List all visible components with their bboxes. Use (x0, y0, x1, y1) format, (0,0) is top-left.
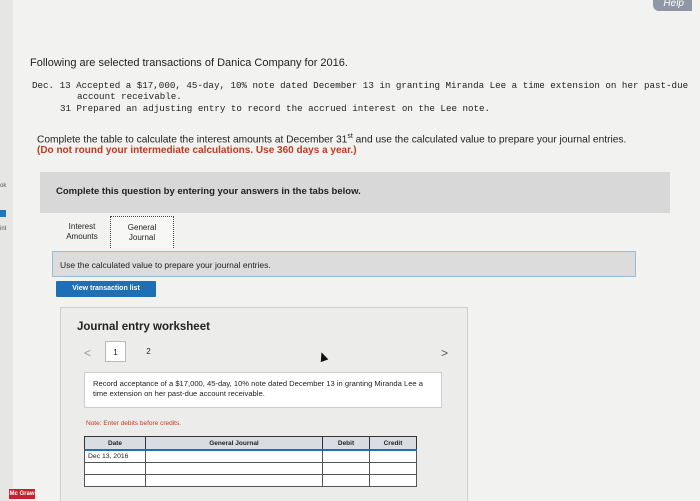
table-row (84, 474, 417, 487)
debit-cell[interactable] (322, 474, 370, 487)
debit-cell[interactable] (322, 449, 370, 463)
col-general-journal: General Journal (145, 436, 323, 451)
transaction-line-dec13: Dec. 13 Accepted a $17,000, 45-day, 10% … (32, 80, 689, 91)
date-cell[interactable] (84, 474, 146, 487)
view-transaction-list-button[interactable]: View transaction list (56, 281, 156, 297)
date-cell[interactable] (84, 462, 146, 475)
worksheet-title: Journal entry worksheet (77, 321, 210, 333)
banner-text: Complete this question by entering your … (56, 186, 361, 197)
record-instruction-box: Record acceptance of a $17,000, 45-day, … (84, 372, 442, 408)
table-row: Dec 13, 2016 (84, 449, 417, 463)
credit-cell[interactable] (369, 449, 417, 463)
journal-entry-worksheet: Journal entry worksheet < 1 2 Record acc… (60, 307, 468, 501)
col-date: Date (84, 436, 146, 451)
mcgraw-logo: Mc Graw (9, 489, 35, 499)
question-banner: Complete this question by entering your … (40, 172, 670, 213)
journal-table: Date General Journal Debit Credit Dec 13… (84, 436, 417, 487)
table-row (84, 462, 417, 475)
prev-page-button[interactable]: < (84, 346, 91, 360)
account-cell[interactable] (145, 449, 323, 463)
sidebar-item-int[interactable]: int (0, 226, 6, 232)
debits-credits-note: Note: Enter debits before credits. (86, 420, 182, 427)
transaction-line-dec13-cont: account receivable. (77, 91, 182, 102)
account-cell[interactable] (145, 474, 323, 487)
credit-cell[interactable] (369, 474, 417, 487)
date-cell[interactable]: Dec 13, 2016 (84, 449, 146, 463)
page-title: Following are selected transactions of D… (30, 57, 348, 69)
transaction-line-dec31: 31 Prepared an adjusting entry to record… (60, 103, 491, 114)
pointer-icon (0, 210, 6, 217)
debit-cell[interactable] (322, 462, 370, 475)
col-debit: Debit (322, 436, 370, 451)
tab-instruction-bar: Use the calculated value to prepare your… (52, 251, 636, 277)
help-button[interactable]: Help (653, 0, 692, 11)
sidebar-item-ok[interactable]: ok (0, 183, 6, 189)
col-credit: Credit (369, 436, 417, 451)
page-2-button[interactable]: 2 (138, 341, 159, 362)
account-cell[interactable] (145, 462, 323, 475)
next-page-button[interactable]: > (441, 346, 448, 360)
mouse-cursor-icon (317, 350, 329, 363)
tab-general-journal[interactable]: General Journal (110, 216, 174, 248)
tab-interest-amounts[interactable]: Interest Amounts (58, 216, 106, 248)
left-sidebar: ok int (0, 0, 13, 501)
credit-cell[interactable] (369, 462, 417, 475)
page-1-button[interactable]: 1 (105, 341, 126, 362)
instructions-warning: (Do not round your intermediate calculat… (37, 145, 357, 156)
